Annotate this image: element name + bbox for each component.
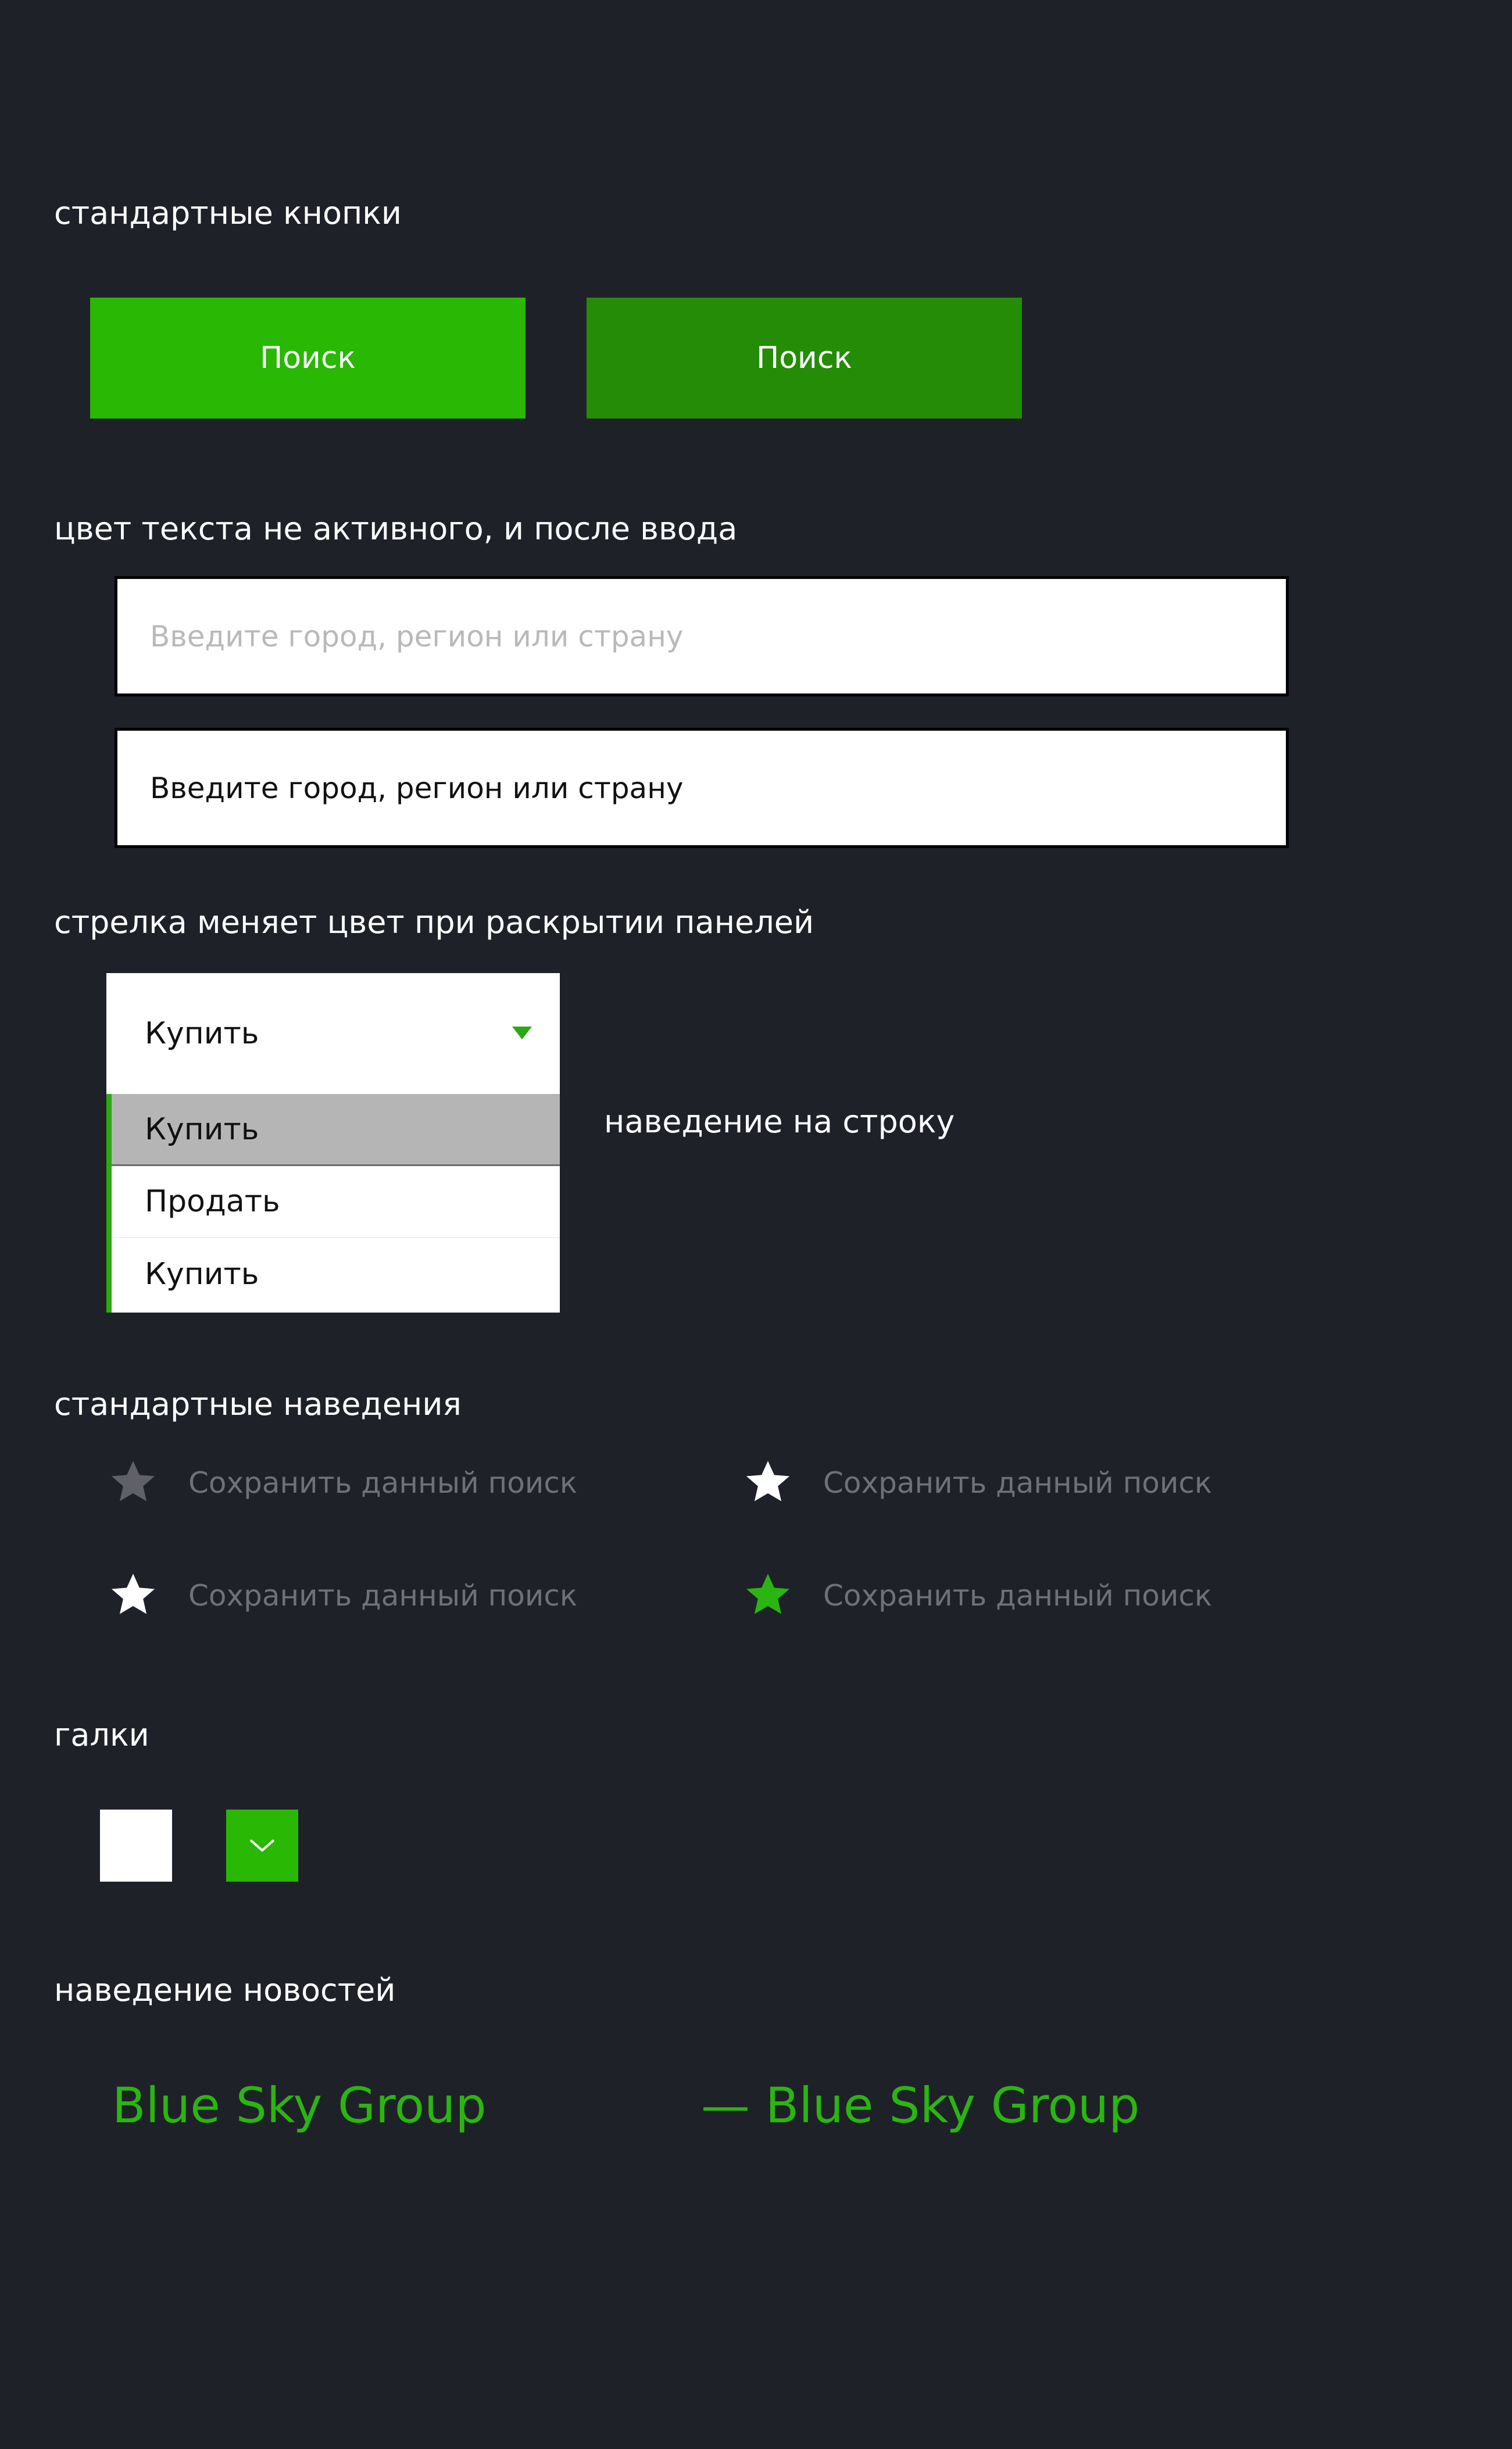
checkbox-unchecked[interactable] (100, 1810, 172, 1882)
dropdown-option[interactable]: Продать (112, 1166, 560, 1238)
search-button-hover-label: Поиск (756, 341, 852, 376)
dropdown-option[interactable]: Купить (112, 1094, 560, 1166)
dropdown-option-label: Купить (145, 1257, 259, 1292)
dropdown-option-label: Купить (145, 1111, 259, 1147)
hover-note: наведение на строку (604, 1103, 955, 1140)
section-title-buttons: стандартные кнопки (54, 195, 402, 231)
save-search-item[interactable]: Сохранить данный поиск (108, 1457, 577, 1509)
deal-type-selected: Купить (145, 1016, 259, 1051)
section-title-hovers: стандартные наведения (54, 1386, 462, 1422)
star-icon (746, 1574, 790, 1614)
save-search-item[interactable]: Сохранить данный поиск (743, 1569, 1212, 1622)
star-icon (111, 1461, 155, 1501)
search-button-hover[interactable]: Поиск (587, 298, 1022, 419)
save-search-label: Сохранить данный поиск (823, 1579, 1213, 1613)
location-input-inactive[interactable]: Введите город, регион или страну (115, 576, 1289, 696)
search-button-label: Поиск (260, 341, 356, 376)
save-search-label: Сохранить данный поиск (188, 1466, 578, 1500)
section-title-checks: галки (54, 1717, 149, 1753)
location-input-value: Введите город, регион или страну (150, 771, 684, 805)
dropdown-option[interactable]: Купить (112, 1238, 560, 1310)
save-search-item[interactable]: Сохранить данный поиск (743, 1457, 1212, 1509)
checkbox-checked[interactable] (226, 1810, 298, 1882)
search-button[interactable]: Поиск (90, 298, 526, 419)
news-link-hover[interactable]: — Blue Sky Group (701, 2081, 1139, 2130)
save-search-label: Сохранить данный поиск (823, 1466, 1213, 1500)
deal-type-options: Купить Продать Купить (106, 1094, 560, 1313)
dropdown-option-label: Продать (145, 1184, 280, 1219)
location-input-placeholder: Введите город, регион или страну (150, 619, 684, 653)
news-link[interactable]: Blue Sky Group (112, 2081, 487, 2130)
check-icon (250, 1839, 274, 1852)
section-title-dropdown: стрелка меняет цвет при раскрытии панеле… (54, 904, 814, 941)
star-icon (111, 1574, 155, 1614)
star-icon (746, 1461, 790, 1501)
deal-type-select[interactable]: Купить (106, 973, 560, 1094)
save-search-item[interactable]: Сохранить данный поиск (108, 1569, 577, 1622)
location-input-filled[interactable]: Введите город, регион или страну (115, 728, 1289, 848)
section-title-news: наведение новостей (54, 1972, 396, 2008)
chevron-down-icon (512, 1027, 532, 1039)
section-title-inputs: цвет текста не активного, и после ввода (54, 510, 738, 547)
save-search-label: Сохранить данный поиск (188, 1579, 578, 1613)
